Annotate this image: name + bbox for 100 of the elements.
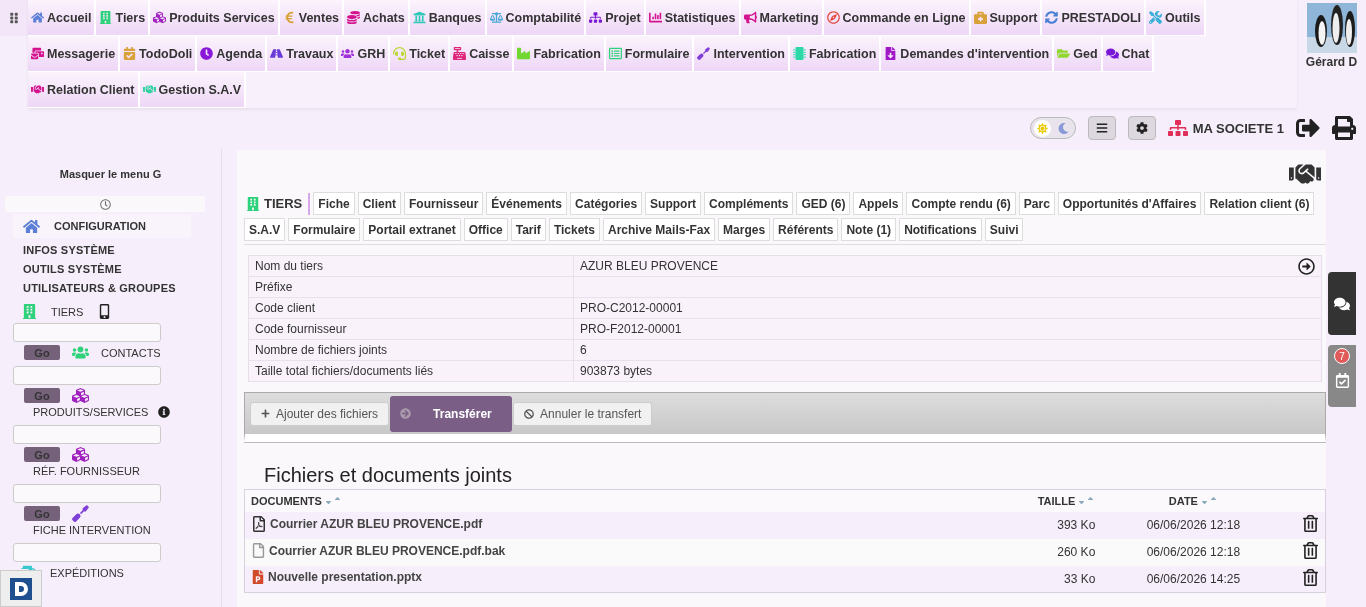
- agenda-widget[interactable]: 7: [1328, 345, 1356, 407]
- search-field[interactable]: [13, 366, 161, 385]
- logout-icon[interactable]: [1296, 116, 1320, 140]
- tab[interactable]: Notifications: [899, 218, 982, 241]
- menu-item[interactable]: Fabrication: [790, 36, 882, 72]
- form-icon: [608, 47, 622, 60]
- tab[interactable]: GED (6): [796, 192, 851, 215]
- folder-icon: [1057, 47, 1071, 60]
- menu-item[interactable]: Ged: [1054, 36, 1103, 72]
- search-field[interactable]: [13, 323, 161, 342]
- tab[interactable]: Formulaire: [288, 218, 361, 241]
- delete-icon[interactable]: [1302, 515, 1319, 532]
- column-header[interactable]: DOCUMENTS: [244, 489, 980, 512]
- settings-button[interactable]: [1127, 116, 1156, 140]
- file-link[interactable]: Courrier AZUR BLEU PROVENCE.pdf.bak: [251, 543, 506, 558]
- theme-toggle[interactable]: [1029, 117, 1076, 139]
- file-link[interactable]: Courrier AZUR BLEU PROVENCE.pdf: [251, 515, 483, 532]
- sidebar-item[interactable]: TIERS: [0, 298, 221, 323]
- menu-item[interactable]: Ticket: [390, 36, 451, 72]
- cancel-upload-button[interactable]: Annuler le transfert: [513, 401, 653, 426]
- screwdriver-icon: [72, 505, 89, 522]
- menu-item[interactable]: Fabrication: [514, 36, 606, 72]
- tab[interactable]: Référents: [773, 218, 839, 241]
- delete-icon[interactable]: [1302, 568, 1319, 586]
- menu-item[interactable]: Agenda: [197, 36, 268, 72]
- menu-item[interactable]: Achats: [344, 0, 410, 36]
- menu-item[interactable]: Ventes: [279, 0, 345, 36]
- factory-icon: [517, 47, 531, 60]
- column-header[interactable]: DATE: [1101, 489, 1286, 512]
- settings-icon: [1135, 122, 1148, 134]
- handshake-icon: [31, 83, 44, 96]
- apps-grid-button[interactable]: [0, 0, 28, 36]
- cash-register-icon: [453, 47, 467, 60]
- menu-item[interactable]: Caisse: [450, 36, 515, 72]
- menu-item[interactable]: Support: [970, 0, 1043, 36]
- upload-button[interactable]: Transférer: [390, 395, 513, 432]
- tab[interactable]: Compte rendu (6): [906, 192, 1016, 215]
- tab[interactable]: Parc: [1018, 192, 1055, 215]
- company-link[interactable]: MA SOCIETE 1: [1167, 118, 1284, 138]
- tab[interactable]: Compléments: [704, 192, 794, 215]
- menu-item[interactable]: Formulaire: [605, 36, 695, 72]
- tab[interactable]: Tickets: [548, 218, 600, 241]
- tab[interactable]: Office: [463, 218, 508, 241]
- menu-item[interactable]: Produits Services: [150, 0, 280, 36]
- file-link[interactable]: Nouvelle presentation.pptx: [251, 570, 423, 585]
- menu-item[interactable]: Projet: [586, 0, 646, 36]
- search-label: PRODUITS/SERVICES: [33, 405, 149, 420]
- tab[interactable]: S.A.V: [244, 218, 286, 241]
- tab[interactable]: Appels: [853, 192, 904, 215]
- menu-item[interactable]: Messagerie: [28, 36, 121, 72]
- menu-item[interactable]: Statistiques: [645, 0, 741, 36]
- print-icon[interactable]: [1332, 116, 1356, 140]
- arrow-right-icon[interactable]: [1298, 257, 1315, 275]
- tab[interactable]: Portail extranet: [363, 218, 461, 241]
- tab[interactable]: Relation client (6): [1204, 192, 1315, 215]
- tab[interactable]: Catégories: [570, 192, 643, 215]
- sidebar-item[interactable]: OUTILS SYSTÈME: [0, 260, 221, 279]
- menu-item[interactable]: Demandes d'intervention: [881, 36, 1055, 72]
- search-field[interactable]: [13, 484, 161, 503]
- add-files-button[interactable]: Ajouter des fichiers: [250, 401, 390, 426]
- menu-item[interactable]: Banques: [409, 0, 487, 36]
- menu-item[interactable]: Travaux: [267, 36, 339, 72]
- menu-item[interactable]: Commande en Ligne: [823, 0, 971, 36]
- tab[interactable]: Fournisseur: [404, 192, 484, 215]
- tab[interactable]: Événements: [486, 192, 568, 215]
- delete-icon[interactable]: [1302, 542, 1319, 559]
- chat-widget[interactable]: [1328, 272, 1356, 335]
- tab[interactable]: Archive Mails-Fax: [603, 218, 716, 241]
- tab[interactable]: Note (1): [841, 218, 897, 241]
- search-field[interactable]: [13, 543, 161, 562]
- tab[interactable]: Tarif: [510, 218, 546, 241]
- menu-item[interactable]: Intervention: [694, 36, 790, 72]
- menu-item[interactable]: Marketing: [740, 0, 824, 36]
- chip-icon: [793, 47, 806, 60]
- menu-item[interactable]: Chat: [1102, 36, 1155, 72]
- menu-item[interactable]: PRESTADOLI: [1042, 0, 1147, 36]
- column-header[interactable]: TAILLE: [979, 489, 1102, 512]
- tab[interactable]: Suivi: [984, 218, 1024, 241]
- house-icon: [23, 217, 40, 235]
- menu-item[interactable]: Comptabilité: [486, 0, 587, 36]
- sidebar-item[interactable]: INFOS SYSTÈME: [0, 241, 221, 260]
- menu-item[interactable]: Gestion S.A.V: [139, 72, 247, 108]
- menu-button[interactable]: [1087, 116, 1116, 140]
- menu-item[interactable]: TodoDoli: [120, 36, 198, 72]
- app-logo[interactable]: [0, 570, 42, 607]
- tab[interactable]: Marges: [718, 218, 771, 241]
- tab[interactable]: Client: [357, 192, 401, 215]
- search-field[interactable]: [13, 425, 161, 444]
- tab[interactable]: Support: [645, 192, 702, 215]
- megaphone-icon: [743, 11, 757, 24]
- tab[interactable]: Fiche: [313, 192, 355, 215]
- menu-item[interactable]: Tiers: [96, 0, 151, 36]
- hide-menu-link[interactable]: Masquer le menu G: [0, 168, 221, 180]
- menu-item[interactable]: Outils: [1146, 0, 1206, 36]
- menu-item[interactable]: Relation Client: [28, 72, 140, 108]
- tab[interactable]: Opportunités d'Affaires: [1057, 192, 1202, 215]
- menu-item[interactable]: Accueil: [28, 0, 97, 36]
- sidebar-item[interactable]: UTILISATEURS & GROUPES: [0, 279, 221, 298]
- search-label: CONTACTS: [101, 345, 161, 361]
- menu-item[interactable]: GRH: [338, 36, 391, 72]
